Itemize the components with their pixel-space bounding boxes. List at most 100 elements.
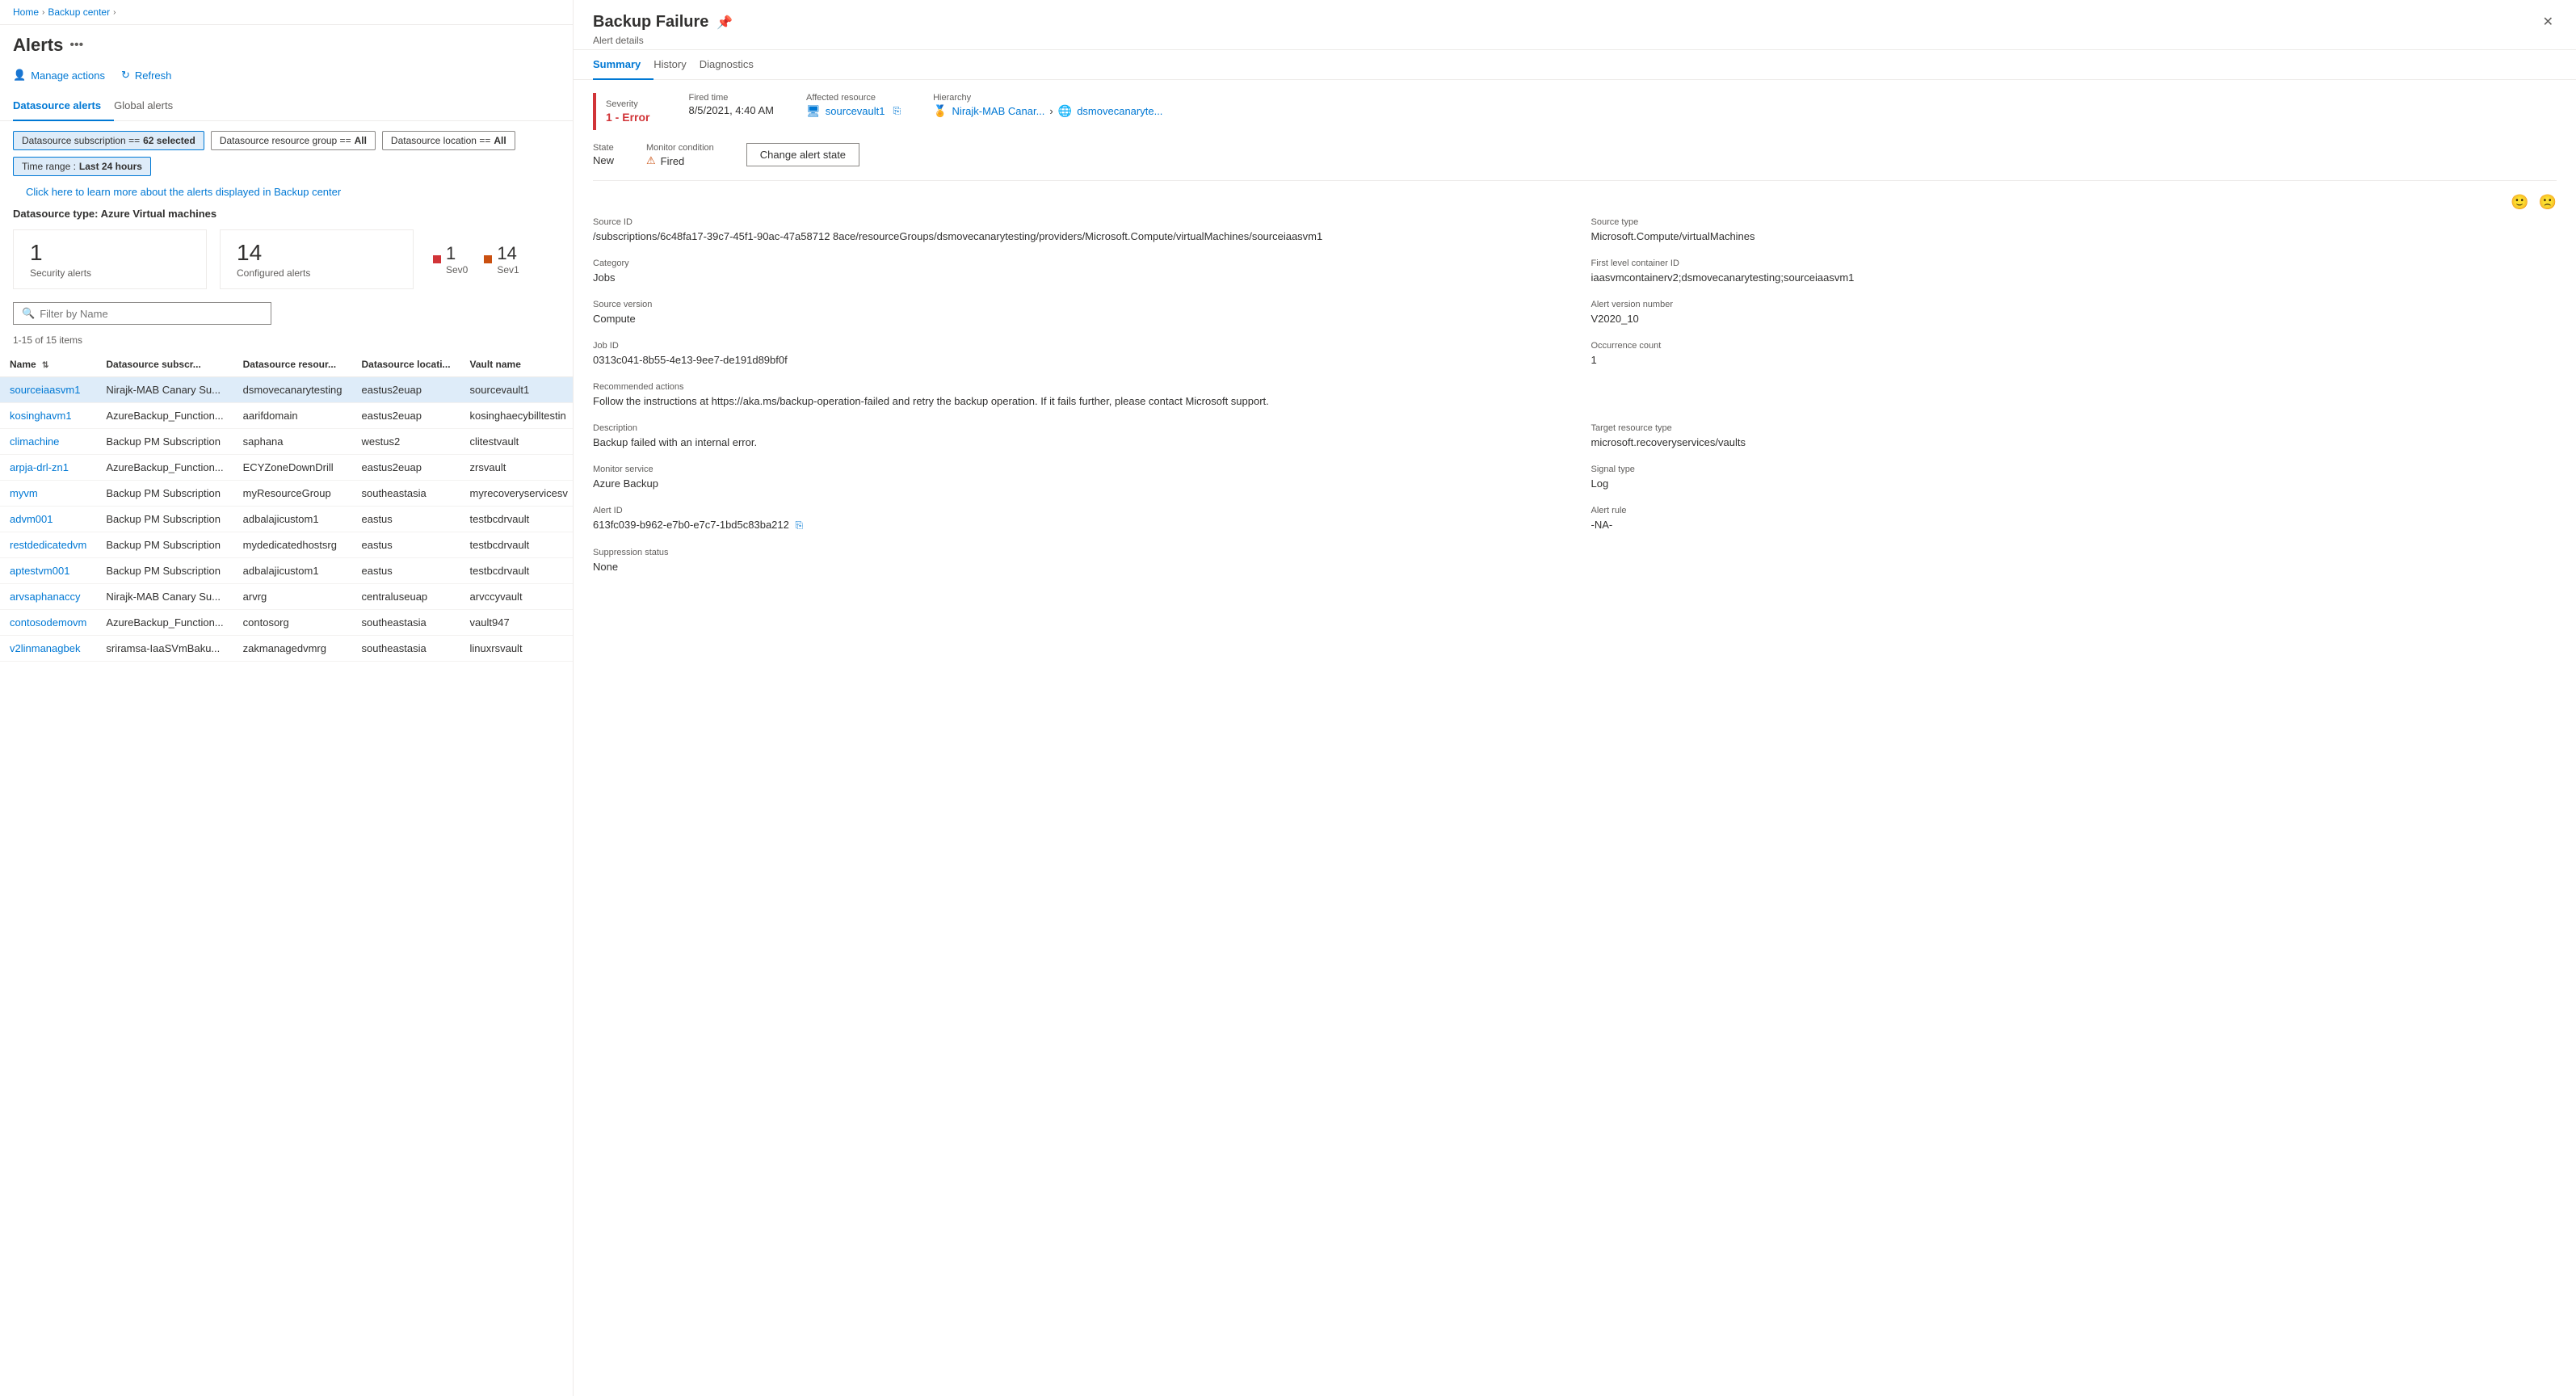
panel-tab-summary[interactable]: Summary: [593, 50, 653, 80]
col-header-name[interactable]: Name ⇅: [0, 352, 96, 377]
first-level-container-item: First level container ID iaasvmcontainer…: [1591, 259, 2557, 284]
cell-location: southeastasia: [351, 481, 460, 507]
filters-bar: Datasource subscription == 62 selected D…: [0, 121, 573, 186]
col-header-vault[interactable]: Vault name: [460, 352, 573, 377]
search-input[interactable]: [40, 308, 263, 320]
cell-name[interactable]: contosodemovm: [0, 610, 96, 636]
breadcrumb-home[interactable]: Home: [13, 6, 39, 18]
search-input-wrapper: 🔍: [13, 302, 271, 325]
cell-vault: testbcdrvault: [460, 507, 573, 532]
security-alerts-label: Security alerts: [30, 267, 190, 279]
cell-subscription: Backup PM Subscription: [96, 558, 233, 584]
filter-resource-group[interactable]: Datasource resource group == All: [211, 131, 376, 150]
table-row[interactable]: arvsaphanaccy Nirajk-MAB Canary Su... ar…: [0, 584, 573, 610]
cell-name[interactable]: sourceiaasvm1: [0, 377, 96, 403]
change-alert-state-button[interactable]: Change alert state: [746, 143, 859, 166]
description-label: Description: [593, 423, 1559, 433]
first-level-container-label: First level container ID: [1591, 259, 2557, 268]
cell-resource-group: aarifdomain: [233, 403, 352, 429]
cell-name[interactable]: climachine: [0, 429, 96, 455]
table-row[interactable]: aptestvm001 Backup PM Subscription adbal…: [0, 558, 573, 584]
occurrence-count-item: Occurrence count 1: [1591, 341, 2557, 366]
configured-alerts-card[interactable]: 14 Configured alerts: [220, 229, 414, 289]
cell-location: eastus2euap: [351, 403, 460, 429]
panel-tab-history[interactable]: History: [653, 50, 699, 80]
cell-resource-group: adbalajicustom1: [233, 507, 352, 532]
hierarchy-item: Hierarchy 🏅 Nirajk-MAB Canar... › 🌐 dsmo…: [933, 93, 1162, 118]
affected-resource-value[interactable]: 🖥 sourcevault1 ⎘: [806, 104, 901, 118]
table-row[interactable]: v2linmanagbek sriramsa-IaaSVmBaku... zak…: [0, 636, 573, 662]
cell-name[interactable]: arvsaphanaccy: [0, 584, 96, 610]
cell-resource-group: saphana: [233, 429, 352, 455]
copy-alert-id-icon[interactable]: ⎘: [796, 519, 804, 532]
cell-name[interactable]: restdedicatedvm: [0, 532, 96, 558]
source-type-value: Microsoft.Compute/virtualMachines: [1591, 230, 2557, 242]
cell-subscription: AzureBackup_Function...: [96, 455, 233, 481]
cell-name[interactable]: v2linmanagbek: [0, 636, 96, 662]
filter-subscription[interactable]: Datasource subscription == 62 selected: [13, 131, 204, 150]
source-version-label: Source version: [593, 300, 1559, 309]
thumbs-down-button[interactable]: 🙁: [2539, 194, 2557, 211]
table-row[interactable]: myvm Backup PM Subscription myResourceGr…: [0, 481, 573, 507]
tab-global-alerts[interactable]: Global alerts: [114, 91, 186, 121]
table-row[interactable]: contosodemovm AzureBackup_Function... co…: [0, 610, 573, 636]
table-row[interactable]: advm001 Backup PM Subscription adbalajic…: [0, 507, 573, 532]
table-row[interactable]: sourceiaasvm1 Nirajk-MAB Canary Su... ds…: [0, 377, 573, 403]
more-options-icon[interactable]: •••: [69, 38, 83, 53]
cell-name[interactable]: arpja-drl-zn1: [0, 455, 96, 481]
description-value: Backup failed with an internal error.: [593, 436, 1559, 448]
cell-location: centraluseuap: [351, 584, 460, 610]
source-version-value: Compute: [593, 313, 1559, 325]
refresh-button[interactable]: ↻ Refresh: [121, 69, 171, 82]
fired-warning-icon: ⚠: [646, 154, 656, 167]
panel-subtitle: Alert details: [593, 35, 733, 46]
fired-time-item: Fired time 8/5/2021, 4:40 AM: [688, 93, 774, 116]
manage-actions-button[interactable]: 👤 Manage actions: [13, 69, 105, 82]
close-panel-button[interactable]: ✕: [2540, 13, 2557, 32]
job-id-label: Job ID: [593, 341, 1559, 351]
breadcrumb-sep2: ›: [113, 8, 116, 17]
source-id-label: Source ID: [593, 217, 1559, 227]
sev0-label: Sev0: [446, 264, 468, 275]
cell-name[interactable]: advm001: [0, 507, 96, 532]
filter-subscription-value: 62 selected: [143, 135, 195, 146]
cell-name[interactable]: kosinghavm1: [0, 403, 96, 429]
pin-icon[interactable]: 📌: [716, 15, 733, 31]
col-header-location[interactable]: Datasource locati...: [351, 352, 460, 377]
sev0-dot: [433, 255, 441, 263]
affected-resource-text: sourcevault1: [826, 105, 885, 117]
filter-location[interactable]: Datasource location == All: [382, 131, 515, 150]
panel-tabs: Summary History Diagnostics: [574, 50, 2576, 80]
tab-datasource-alerts[interactable]: Datasource alerts: [13, 91, 114, 121]
search-bar: 🔍: [0, 302, 573, 331]
hierarchy-item1[interactable]: Nirajk-MAB Canar...: [952, 105, 1045, 117]
breadcrumb-backup-center[interactable]: Backup center: [48, 6, 110, 18]
job-id-value: 0313c041-8b55-4e13-9ee7-de191d89bf0f: [593, 354, 1559, 366]
occurrence-count-value: 1: [1591, 354, 2557, 366]
thumbs-up-button[interactable]: 🙂: [2511, 194, 2528, 211]
col-header-subscription[interactable]: Datasource subscr...: [96, 352, 233, 377]
table-row[interactable]: arpja-drl-zn1 AzureBackup_Function... EC…: [0, 455, 573, 481]
filter-subscription-label: Datasource subscription ==: [22, 135, 140, 146]
panel-tab-diagnostics[interactable]: Diagnostics: [700, 50, 767, 80]
search-icon: 🔍: [22, 307, 35, 320]
cell-name[interactable]: myvm: [0, 481, 96, 507]
security-alerts-card[interactable]: 1 Security alerts: [13, 229, 207, 289]
hierarchy-item2[interactable]: dsmovecanaryte...: [1077, 105, 1162, 117]
cell-name[interactable]: aptestvm001: [0, 558, 96, 584]
monitor-condition-item: Monitor condition ⚠ Fired: [646, 143, 714, 167]
copy-resource-icon[interactable]: ⎘: [893, 105, 901, 117]
severity-value: 1 - Error: [606, 111, 649, 124]
category-item: Category Jobs: [593, 259, 1559, 284]
suppression-status-label: Suppression status: [593, 548, 1559, 557]
datasource-type-label: Datasource type: Azure Virtual machines: [0, 204, 573, 229]
table-row[interactable]: kosinghavm1 AzureBackup_Function... aari…: [0, 403, 573, 429]
signal-type-label: Signal type: [1591, 465, 2557, 474]
col-header-resource-group[interactable]: Datasource resour...: [233, 352, 352, 377]
filter-time-range[interactable]: Time range : Last 24 hours: [13, 157, 151, 176]
table-row[interactable]: restdedicatedvm Backup PM Subscription m…: [0, 532, 573, 558]
panel-header: Backup Failure 📌 Alert details ✕: [574, 0, 2576, 50]
table-row[interactable]: climachine Backup PM Subscription saphan…: [0, 429, 573, 455]
panel-title: Backup Failure 📌: [593, 13, 733, 32]
alert-tabs: Datasource alerts Global alerts: [0, 91, 573, 121]
